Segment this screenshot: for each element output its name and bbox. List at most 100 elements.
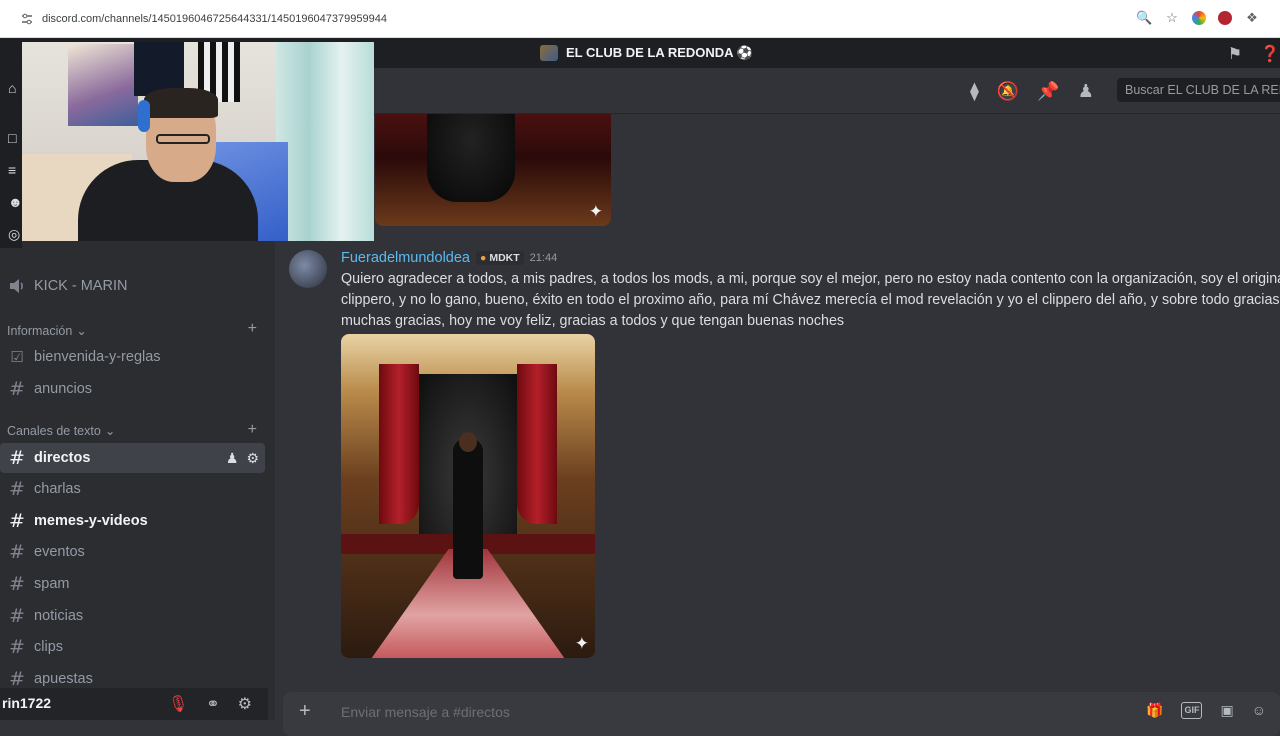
emoji-icon[interactable]: ☺ [1252,702,1266,719]
channel-directos[interactable]: # directos ♟ ⚙ [0,443,265,473]
extension-icon[interactable] [1192,11,1206,25]
channel-eventos[interactable]: # eventos [0,537,265,567]
sticker-icon[interactable]: ▣ [1220,702,1233,719]
voice-channel[interactable]: KICK - MARIN [8,278,127,294]
webcam-person-hair [144,88,218,118]
hash-icon: # [9,478,25,500]
boost-icon[interactable]: ◎ [8,226,20,243]
image-dress [427,114,515,202]
rules-channel-icon: ☑ [10,348,24,366]
threads-icon[interactable]: ⧫ [970,81,979,102]
fox-icon: ● [479,252,487,264]
webcam-glasses [156,134,210,144]
channel-name: directos [34,450,91,466]
search-input[interactable]: Buscar EL CLUB DE LA REDONDA [1117,78,1280,102]
message-composer[interactable]: + Enviar mensaje a #directos 🎁 GIF ▣ ☺ [283,692,1280,736]
previous-message-image[interactable]: ✦ [375,114,611,226]
webcam-poster [68,44,138,126]
title-bar-actions: ⚑ ❓ [1228,44,1280,64]
server-icon [540,45,558,61]
channel-anuncios[interactable]: # anuncios [0,374,265,404]
channel-name: bienvenida-y-reglas [34,349,161,365]
gear-icon[interactable]: ⚙ [238,694,252,714]
member-list-icon[interactable]: ♟ [1078,81,1094,102]
extensions-puzzle-icon[interactable]: ❖ [1244,10,1260,26]
sparkle-icon: ✦ [574,634,589,653]
message-input[interactable]: Enviar mensaje a #directos [341,704,510,720]
channel-bienvenida-y-reglas[interactable]: ☑ bienvenida-y-reglas [0,342,265,372]
image-person [453,439,483,579]
message-line: muchas gracias, hoy me voy feliz, gracia… [341,313,845,329]
channel-name: charlas [34,481,81,497]
zoom-icon[interactable]: 🔍 [1136,10,1152,26]
browse-channels-icon[interactable]: ≡ [8,162,16,178]
speaker-icon [10,279,23,293]
category-label: Información [7,323,73,338]
headphones-icon[interactable]: ⚭ [206,694,219,714]
add-channel-icon[interactable]: + [248,320,257,338]
webcam-overlay [22,42,374,241]
gift-icon[interactable]: 🎁 [1146,702,1163,719]
channel-name: memes-y-videos [34,513,148,529]
channel-memes-y-videos[interactable]: # memes-y-videos [0,506,265,536]
browser-toolbar: discord.com/channels/1450196046725644331… [0,0,1280,38]
guild-tag-label: MDKT [489,252,520,264]
message-content: Quiero agradecer a todos, a mis padres, … [341,269,1280,332]
channel-name: eventos [34,544,85,560]
hash-icon: # [9,636,25,658]
hash-icon: # [9,668,25,690]
home-icon[interactable]: ⌂ [8,80,16,96]
server-title: EL CLUB DE LA REDONDA ⚽ [540,45,753,61]
image-curtain-left [379,364,419,524]
user-panel: rin1722 🎙 ⚭ ⚙ [0,688,268,720]
chevron-down-icon: ⌄ [104,424,116,438]
extension-icon[interactable] [1218,11,1232,25]
guild-tag-badge[interactable]: ● MDKT [475,251,524,265]
category-label: Canales de texto [7,423,101,438]
message-author[interactable]: Fueradelmundoldea [341,250,470,266]
channel-name: anuncios [34,381,93,397]
category-canales-de-texto[interactable]: Canales de texto ⌄ [7,423,116,439]
events-icon[interactable]: □ [8,130,16,146]
message-timestamp: 21:44 [529,252,558,264]
server-rail: ⌂ □ ≡ ☻ ◎ [0,68,23,248]
invite-icon[interactable]: ♟ [226,450,239,467]
avatar[interactable] [289,250,327,288]
notifications-muted-icon[interactable]: 🔕 [997,81,1019,102]
message-header: Fueradelmundoldea ● MDKT 21:44 [341,250,557,266]
channel-name: noticias [34,608,84,624]
channel-clips[interactable]: # clips [0,632,265,662]
message-line: clippero, y no lo gano, bueno, éxito en … [341,292,1280,308]
flag-icon[interactable]: ⚑ [1228,44,1242,64]
help-icon[interactable]: ❓ [1260,44,1280,64]
hash-icon: # [9,510,25,532]
channel-actions: ♟ ⚙ [226,450,259,467]
address-bar[interactable]: discord.com/channels/1450196046725644331… [42,13,387,25]
bookmark-star-icon[interactable]: ☆ [1164,10,1180,26]
hash-icon: # [9,447,25,469]
add-channel-icon[interactable]: + [248,421,257,439]
image-curtain-right [517,364,557,524]
sparkle-icon: ✦ [588,202,603,221]
header-toolbar: ⧫ 🔕 📌 ♟ [970,81,1094,102]
gif-button[interactable]: GIF [1181,702,1203,719]
channel-name: clips [34,639,64,655]
pin-icon[interactable]: 📌 [1037,81,1059,102]
voice-channel-name: KICK - MARIN [34,278,128,294]
message-line: Quiero agradecer a todos, a mis padres, … [341,271,1280,287]
channel-name: spam [34,576,70,592]
hash-icon: # [9,605,25,627]
username[interactable]: rin1722 [2,695,51,711]
webcam-headset [138,100,150,132]
hash-icon: # [9,573,25,595]
mic-muted-icon[interactable]: 🎙 [168,694,188,714]
channel-charlas[interactable]: # charlas [0,474,265,504]
category-informacion[interactable]: Información ⌄ [7,323,87,339]
gear-icon[interactable]: ⚙ [246,450,259,467]
channel-header: ⧫ 🔕 📌 ♟ Buscar EL CLUB DE LA REDONDA [275,68,1280,114]
message-image-attachment[interactable]: ✦ [341,334,595,658]
site-info-icon[interactable] [20,12,34,26]
channel-spam[interactable]: # spam [0,569,265,599]
members-icon[interactable]: ☻ [8,194,23,210]
channel-noticias[interactable]: # noticias [0,601,265,631]
